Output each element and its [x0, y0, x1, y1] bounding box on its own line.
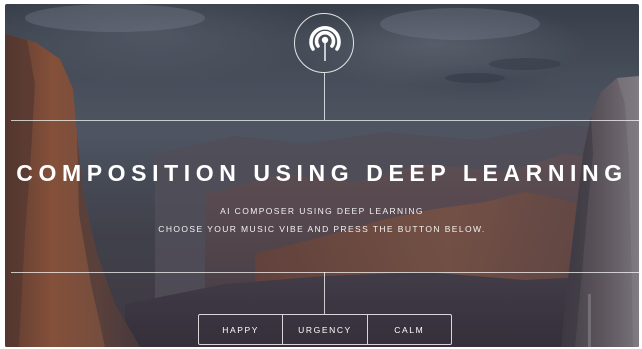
- vibe-button-group: HAPPY URGENCY CALM: [198, 314, 452, 345]
- page-title: COMPOSITION USING DEEP LEARNING: [16, 160, 628, 186]
- bottom-connector-line: [324, 272, 325, 314]
- calm-button[interactable]: CALM: [368, 315, 451, 344]
- subtitle-primary: AI COMPOSER USING DEEP LEARNING: [220, 206, 424, 216]
- top-connector-line: [324, 73, 325, 120]
- hero-section: COMPOSITION USING DEEP LEARNING AI COMPO…: [5, 4, 639, 347]
- app-logo: [294, 13, 354, 73]
- urgency-button[interactable]: URGENCY: [283, 315, 368, 344]
- signal-waves-icon: [309, 26, 341, 61]
- happy-button[interactable]: HAPPY: [199, 315, 284, 344]
- bottom-divider-line: [11, 272, 639, 273]
- top-divider-line: [11, 120, 639, 121]
- subtitle-instructions: CHOOSE YOUR MUSIC VIBE AND PRESS THE BUT…: [158, 224, 486, 234]
